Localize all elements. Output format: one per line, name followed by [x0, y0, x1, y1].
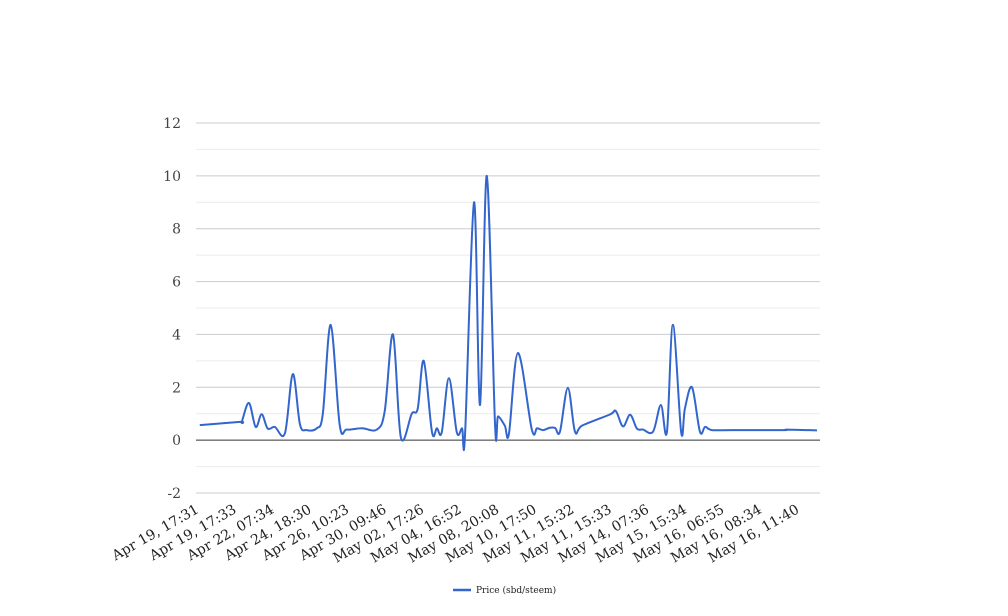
y-tick-label: 4	[172, 327, 181, 343]
y-tick-label: 0	[172, 433, 181, 449]
y-tick-label: 8	[172, 222, 181, 238]
price-series-line	[199, 174, 818, 452]
price-line-chart: -2 0 2 4 6 8 10 12 Apr 19, 17:31Apr 19, 17:33Ap…	[109, 116, 820, 596]
y-axis-ticks: -2 0 2 4 6 8 10 12	[163, 116, 181, 502]
y-tick-label: -2	[167, 486, 181, 502]
series-layer	[199, 174, 818, 452]
legend[interactable]: Price (sbd/steem)	[453, 585, 556, 596]
legend-label: Price (sbd/steem)	[476, 585, 556, 596]
y-tick-label: 2	[172, 380, 181, 396]
x-axis-ticks: Apr 19, 17:31Apr 19, 17:33Apr 22, 07:34A…	[109, 502, 802, 567]
y-tick-label: 12	[163, 116, 181, 132]
y-tick-label: 6	[172, 275, 181, 291]
y-tick-label: 10	[163, 169, 181, 185]
